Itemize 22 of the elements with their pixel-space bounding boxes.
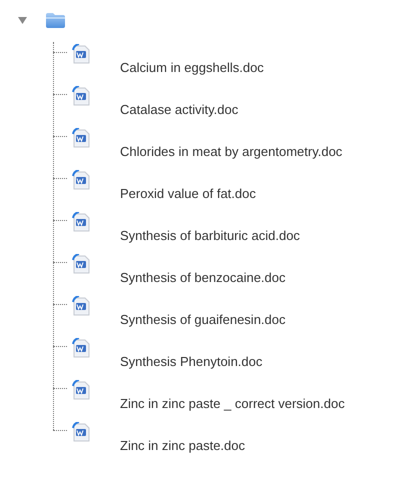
word-document-icon[interactable] — [72, 296, 90, 316]
word-document-icon[interactable] — [72, 212, 90, 232]
file-name[interactable]: Synthesis of benzocaine.doc — [120, 270, 286, 294]
word-document-icon[interactable] — [72, 338, 90, 358]
file-name[interactable]: Zinc in zinc paste _ correct version.doc — [120, 396, 345, 420]
word-document-icon[interactable] — [72, 422, 90, 442]
file-name[interactable]: Zinc in zinc paste.doc — [120, 438, 246, 462]
file-name[interactable]: Synthesis Phenytoin.doc — [120, 354, 262, 378]
word-document-icon[interactable] — [72, 44, 90, 64]
file-name[interactable]: Synthesis of barbituric acid.doc — [120, 228, 300, 252]
word-document-icon[interactable] — [72, 380, 90, 400]
word-document-icon[interactable] — [72, 170, 90, 190]
file-name[interactable]: Chlorides in meat by argentometry.doc — [120, 144, 342, 168]
collapse-arrow-icon[interactable] — [18, 16, 27, 24]
word-document-icon[interactable] — [72, 128, 90, 148]
file-name[interactable]: Synthesis of guaifenesin.doc — [120, 312, 286, 336]
folder-icon[interactable] — [45, 12, 66, 28]
file-name[interactable]: Peroxid value of fat.doc — [120, 186, 256, 210]
word-document-icon[interactable] — [72, 254, 90, 274]
file-name[interactable]: Calcium in eggshells.doc — [120, 60, 264, 84]
file-name[interactable]: Catalase activity.doc — [120, 102, 238, 126]
word-document-icon[interactable] — [72, 86, 90, 106]
